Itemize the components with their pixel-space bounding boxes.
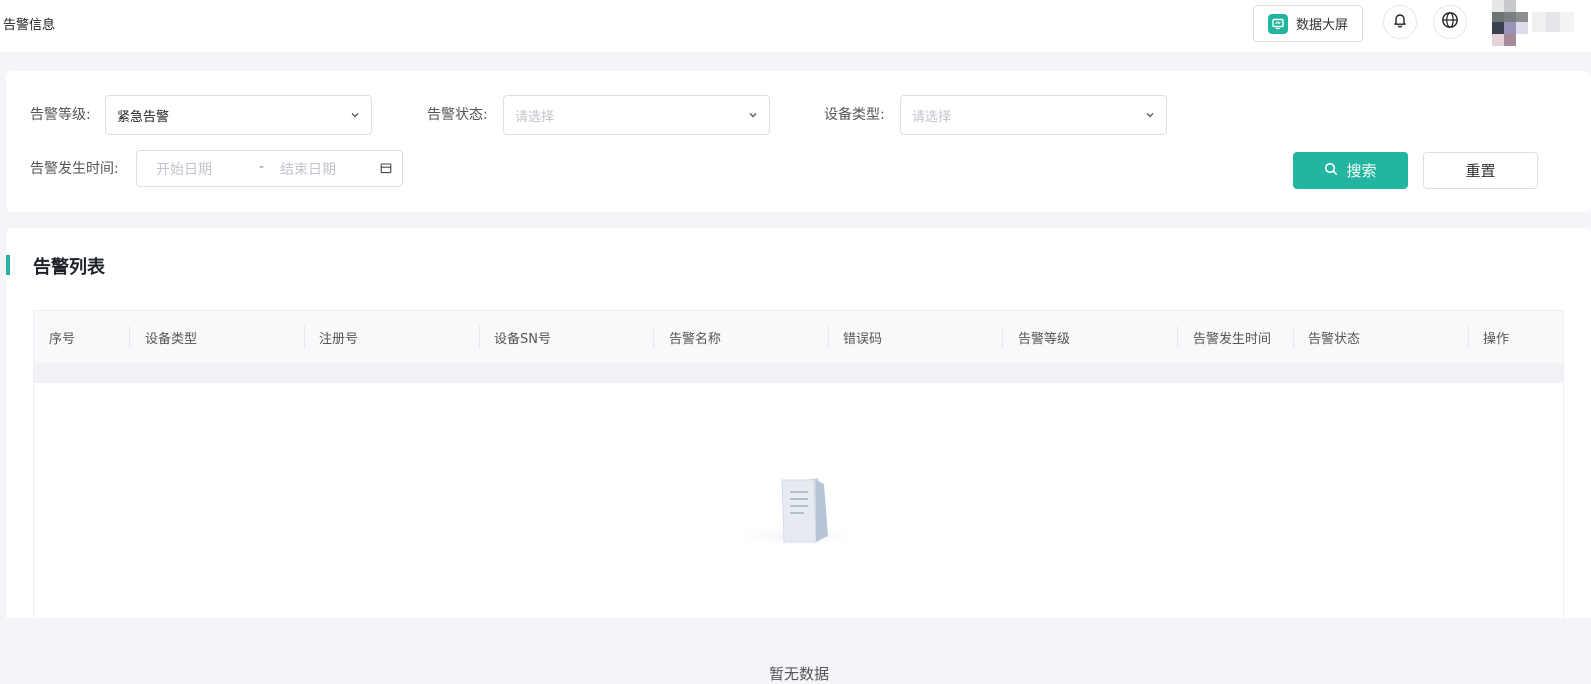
calendar-icon (380, 162, 392, 178)
start-date-input[interactable]: 开始日期 (156, 159, 212, 179)
alarm-status-label: 告警状态: (427, 107, 488, 123)
monitor-icon (1268, 13, 1288, 34)
top-header: 告警信息 数据大屏 (0, 0, 1591, 52)
column-header-alarm-level[interactable]: 告警等级 (1018, 328, 1070, 347)
column-header-registration-no[interactable]: 注册号 (319, 328, 358, 347)
column-divider (1002, 326, 1003, 348)
language-button[interactable] (1433, 5, 1467, 39)
column-divider (1293, 326, 1294, 348)
device-type-placeholder: 请选择 (912, 109, 952, 125)
column-divider (1177, 326, 1178, 348)
column-header-alarm-status[interactable]: 告警状态 (1308, 328, 1360, 347)
table-header: 序号 设备类型 注册号 设备SN号 告警名称 错误码 告警等级 告警发生时间 告… (34, 311, 1563, 363)
alarm-status-select[interactable]: 请选择 (503, 95, 770, 135)
chevron-down-icon (349, 109, 361, 125)
column-header-index[interactable]: 序号 (49, 328, 75, 347)
alarm-level-value: 紧急告警 (117, 109, 170, 125)
alarm-time-range-picker[interactable]: 开始日期 - 结束日期 (136, 150, 403, 187)
column-divider (1468, 326, 1469, 348)
column-header-error-code[interactable]: 错误码 (843, 328, 882, 347)
alarm-list-panel: 告警列表 序号 设备类型 注册号 设备SN号 告警名称 错误码 告警等级 告警发… (6, 228, 1591, 683)
reset-button[interactable]: 重置 (1423, 152, 1538, 189)
alarm-level-select[interactable]: 紧急告警 (105, 95, 372, 135)
date-range-separator: - (259, 159, 265, 175)
column-divider (828, 326, 829, 348)
column-divider (653, 326, 654, 348)
globe-icon (1441, 11, 1459, 33)
title-accent-bar (6, 255, 10, 275)
column-header-alarm-time[interactable]: 告警发生时间 (1193, 328, 1271, 347)
alarm-status-placeholder: 请选择 (515, 109, 555, 125)
alarm-time-label: 告警发生时间: (30, 161, 119, 177)
alarm-level-label: 告警等级: (30, 107, 91, 123)
column-divider (304, 326, 305, 348)
empty-state-text: 暂无数据 (768, 665, 829, 683)
search-button[interactable]: 搜索 (1293, 152, 1408, 189)
column-header-actions[interactable]: 操作 (1483, 328, 1509, 347)
column-header-device-sn[interactable]: 设备SN号 (494, 328, 551, 347)
column-header-device-type[interactable]: 设备类型 (145, 328, 197, 347)
end-date-input[interactable]: 结束日期 (280, 159, 336, 179)
empty-state: 暂无数据 (724, 466, 874, 683)
data-bigscreen-label: 数据大屏 (1296, 18, 1349, 33)
filter-panel: 告警等级: 紧急告警 告警状态: 请选择 设备类型: 请选择 告警发生时间: 开… (6, 71, 1591, 212)
chevron-down-icon (1144, 109, 1156, 125)
column-divider (129, 326, 130, 348)
page-title: 告警信息 (3, 18, 56, 33)
chevron-down-icon (747, 109, 759, 125)
search-icon (1324, 162, 1338, 180)
alarm-table: 序号 设备类型 注册号 设备SN号 告警名称 错误码 告警等级 告警发生时间 告… (33, 310, 1564, 683)
device-type-select[interactable]: 请选择 (900, 95, 1167, 135)
table-scroll-stripe (34, 363, 1563, 383)
data-bigscreen-button[interactable]: 数据大屏 (1253, 5, 1363, 42)
column-divider (479, 326, 480, 348)
user-avatar[interactable] (1492, 0, 1591, 46)
column-header-alarm-name[interactable]: 告警名称 (669, 328, 721, 347)
notification-button[interactable] (1383, 5, 1417, 39)
device-type-label: 设备类型: (824, 107, 885, 123)
alarm-list-title: 告警列表 (33, 257, 105, 278)
search-button-label: 搜索 (1346, 162, 1377, 180)
bell-icon (1392, 12, 1408, 32)
